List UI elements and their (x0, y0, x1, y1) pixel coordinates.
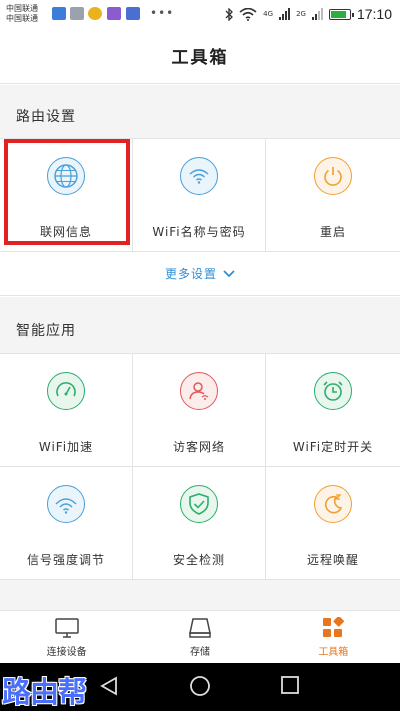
tool-label: 信号强度调节 (26, 553, 105, 567)
page-title: 工具箱 (171, 48, 229, 68)
tab-storage[interactable]: 存储 (133, 611, 266, 663)
back-icon[interactable] (98, 675, 120, 697)
tool-label: 安全检测 (172, 553, 225, 567)
signal-bars-1-icon (279, 8, 291, 20)
storage-icon (189, 617, 211, 638)
tab-connected-devices[interactable]: 连接设备 (0, 611, 133, 663)
tool-label: 重启 (319, 225, 346, 239)
tool-label: 访客网络 (172, 440, 225, 454)
carrier-1: 中国联通 (6, 4, 38, 13)
tool-label: WiFi名称与密码 (152, 225, 246, 239)
tool-guest-network[interactable]: 访客网络 (133, 354, 266, 467)
clock: 17:10 (356, 6, 392, 22)
status-bar: 中国联通 中国联通 ••• 4G 2G 17:10 (0, 0, 400, 28)
router-section-header: 路由设置 (0, 85, 400, 138)
smart-apps-grid: WiFi加速 访客网络 WiFi定时开关 信号强度调节 安全检测 远程唤醒 (0, 353, 400, 580)
battery-level (330, 10, 347, 18)
more-notifications-icon: ••• (150, 6, 175, 20)
apps-section-title: 智能应用 (16, 323, 76, 339)
tool-wifi-timer[interactable]: WiFi定时开关 (266, 354, 400, 467)
tab-toolbox[interactable]: 工具箱 (267, 611, 400, 663)
shield-check-icon (180, 485, 218, 523)
alarm-clock-icon (314, 372, 352, 410)
notification-app-icon (52, 7, 66, 20)
tool-label: 联网信息 (39, 225, 92, 239)
tab-label: 连接设备 (46, 646, 87, 658)
toolbox-icon (323, 616, 345, 637)
bottom-tab-bar: 连接设备 存储 工具箱 (0, 610, 400, 663)
globe-icon (47, 157, 85, 195)
moon-sleep-icon (314, 485, 352, 523)
tool-label: WiFi加速 (38, 440, 94, 454)
apps-section-header: 智能应用 (0, 297, 400, 353)
network-type-1: 4G (263, 9, 274, 18)
home-icon[interactable] (188, 675, 212, 699)
power-icon (314, 157, 352, 195)
recent-apps-icon[interactable] (280, 675, 300, 695)
watermark-logo: 路由帮 (2, 675, 87, 709)
carrier-2: 中国联通 (6, 14, 38, 23)
bottom-spacer (0, 580, 400, 610)
tool-remote-wake[interactable]: 远程唤醒 (266, 467, 400, 580)
more-settings-button[interactable]: 更多设置 (0, 252, 400, 296)
tool-reboot[interactable]: 重启 (266, 139, 400, 252)
tab-label: 工具箱 (318, 646, 349, 658)
router-settings-grid: 联网信息 WiFi名称与密码 重启 (0, 138, 400, 252)
wifi-status-icon (239, 7, 257, 21)
system-nav-bar: 路由帮 (0, 663, 400, 711)
speedometer-icon (47, 372, 85, 410)
tab-label: 存储 (189, 646, 210, 658)
notification-app2-icon (107, 7, 121, 20)
notification-app3-icon (126, 7, 140, 20)
bluetooth-icon (225, 7, 234, 21)
chevron-down-icon (223, 269, 235, 277)
tool-label: 远程唤醒 (306, 553, 359, 567)
tool-network-info[interactable]: 联网信息 (0, 139, 133, 252)
tool-wifi-accelerate[interactable]: WiFi加速 (0, 354, 133, 467)
notification-weibo-icon (88, 7, 102, 20)
signal-bars-2-icon (311, 8, 323, 20)
tool-wifi-name-password[interactable]: WiFi名称与密码 (133, 139, 266, 252)
tool-security-check[interactable]: 安全检测 (133, 467, 266, 580)
wifi-icon (180, 157, 218, 195)
guest-user-icon (180, 372, 218, 410)
header: 工具箱 (0, 28, 400, 84)
notification-image-icon (70, 7, 84, 20)
tool-signal-strength[interactable]: 信号强度调节 (0, 467, 133, 580)
signal-strength-icon (47, 485, 85, 523)
more-settings-label: 更多设置 (164, 267, 217, 281)
router-section-title: 路由设置 (16, 109, 76, 125)
battery-icon (328, 8, 354, 20)
network-type-2: 2G (296, 9, 306, 18)
tool-label: WiFi定时开关 (292, 440, 374, 454)
monitor-icon (54, 617, 79, 638)
